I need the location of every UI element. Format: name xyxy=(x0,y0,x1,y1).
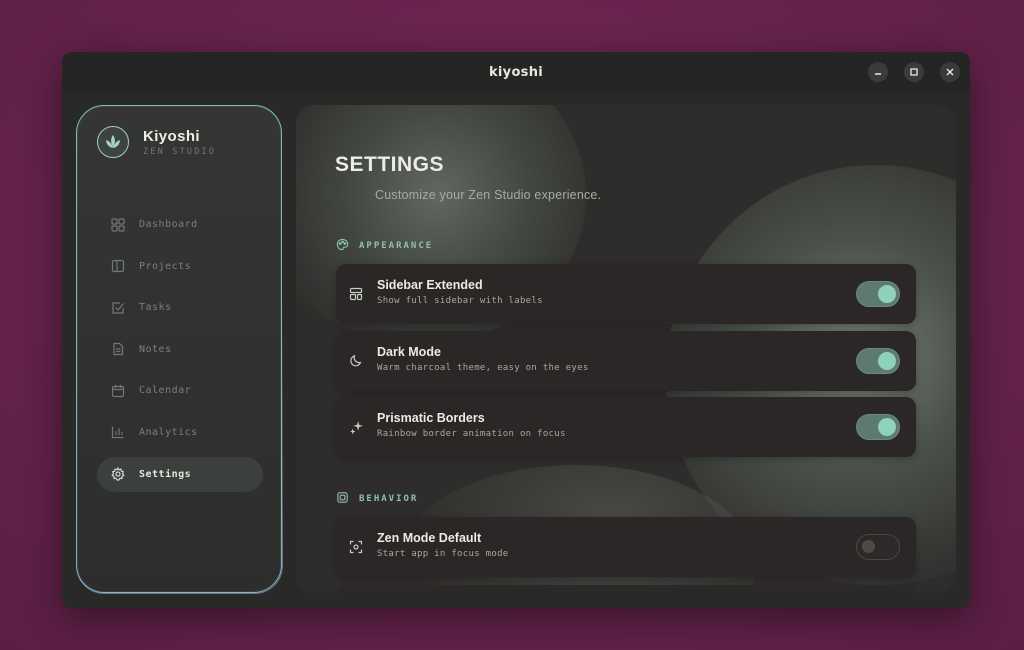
setting-sidebar-extended: Sidebar Extended Show full sidebar with … xyxy=(336,264,916,324)
toggle-knob xyxy=(878,352,896,370)
sidebar-nav: Dashboard Projects Tasks Notes Calendar … xyxy=(97,207,263,498)
prismatic-borders-toggle[interactable] xyxy=(856,414,900,440)
bar-chart-icon xyxy=(110,425,125,440)
sidebar-item-calendar[interactable]: Calendar xyxy=(97,373,263,408)
sidebar-item-label: Notes xyxy=(139,343,172,355)
sidebar-item-notes[interactable]: Notes xyxy=(97,332,263,367)
focus-icon xyxy=(348,539,364,555)
moon-icon xyxy=(348,353,364,369)
maximize-button[interactable] xyxy=(904,62,924,82)
toggle-knob xyxy=(878,285,896,303)
setting-dark-mode: Dark Mode Warm charcoal theme, easy on t… xyxy=(336,331,916,391)
setting-title: Dark Mode xyxy=(377,345,441,359)
sidebar-item-projects[interactable]: Projects xyxy=(97,249,263,284)
dark-mode-toggle[interactable] xyxy=(856,348,900,374)
sparkles-icon xyxy=(348,419,364,435)
brand-name: Kiyoshi xyxy=(143,127,200,145)
layout-icon xyxy=(348,286,364,302)
setting-title: Prismatic Borders xyxy=(377,411,485,425)
sidebar-item-tasks[interactable]: Tasks xyxy=(97,290,263,325)
sidebar-item-label: Projects xyxy=(139,260,192,272)
section-appearance: APPEARANCE xyxy=(336,238,433,254)
setting-description: Rainbow border animation on focus xyxy=(377,429,566,439)
sidebar-item-analytics[interactable]: Analytics xyxy=(97,415,263,450)
brand: Kiyoshi ZEN STUDIO xyxy=(97,126,216,158)
calendar-icon xyxy=(110,383,125,398)
document-icon xyxy=(110,342,125,357)
page-subtitle: Customize your Zen Studio experience. xyxy=(375,188,602,202)
window-controls xyxy=(868,62,960,82)
sidebar-item-label: Analytics xyxy=(139,426,198,438)
close-icon xyxy=(946,68,954,76)
cpu-icon xyxy=(336,491,349,507)
sidebar-item-label: Dashboard xyxy=(139,219,198,230)
setting-description: Start app in focus mode xyxy=(377,549,509,559)
setting-zen-mode-default: Zen Mode Default Start app in focus mode xyxy=(336,517,916,577)
lotus-icon xyxy=(97,126,129,158)
sidebar-item-label: Calendar xyxy=(139,385,192,397)
gear-icon xyxy=(110,467,125,482)
brand-subtitle: ZEN STUDIO xyxy=(143,146,217,157)
sidebar-item-label: Settings xyxy=(139,468,192,480)
maximize-icon xyxy=(910,68,918,76)
minimize-button[interactable] xyxy=(868,62,888,82)
zen-mode-default-toggle[interactable] xyxy=(856,534,900,560)
minimize-icon xyxy=(875,73,881,75)
window-content: Kiyoshi ZEN STUDIO Dashboard Projects Ta… xyxy=(62,92,970,608)
sidebar-item-dashboard[interactable]: Dashboard xyxy=(97,207,263,242)
title-bar: kiyoshi xyxy=(62,52,970,92)
sidebar-extended-toggle[interactable] xyxy=(856,281,900,307)
window-title: kiyoshi xyxy=(488,64,544,80)
sidebar-item-label: Tasks xyxy=(139,302,172,314)
setting-prismatic-borders: Prismatic Borders Rainbow border animati… xyxy=(336,397,916,457)
palette-icon xyxy=(336,238,349,254)
setting-title: Sidebar Extended xyxy=(377,278,483,292)
checkbox-icon xyxy=(110,300,125,315)
page-title: SETTINGS xyxy=(335,153,445,176)
grid-icon xyxy=(110,217,125,232)
section-title: BEHAVIOR xyxy=(359,494,419,504)
setting-description: Warm charcoal theme, easy on the eyes xyxy=(377,363,589,373)
app-window: kiyoshi Kiyoshi ZEN STUDIO Dashboard Pro… xyxy=(62,52,970,608)
sidebar-item-settings[interactable]: Settings xyxy=(97,456,263,492)
setting-title: Zen Mode Default xyxy=(377,531,482,545)
section-behavior: BEHAVIOR xyxy=(336,491,418,507)
setting-description: Show full sidebar with labels xyxy=(377,296,543,306)
section-title: APPEARANCE xyxy=(359,241,434,251)
close-button[interactable] xyxy=(940,62,960,82)
toggle-knob xyxy=(878,418,896,436)
book-icon xyxy=(110,259,125,274)
setting-card-partial xyxy=(336,585,916,593)
toggle-knob xyxy=(862,540,875,553)
sidebar: Kiyoshi ZEN STUDIO Dashboard Projects Ta… xyxy=(76,105,282,593)
settings-panel: SETTINGS Customize your Zen Studio exper… xyxy=(296,105,956,593)
